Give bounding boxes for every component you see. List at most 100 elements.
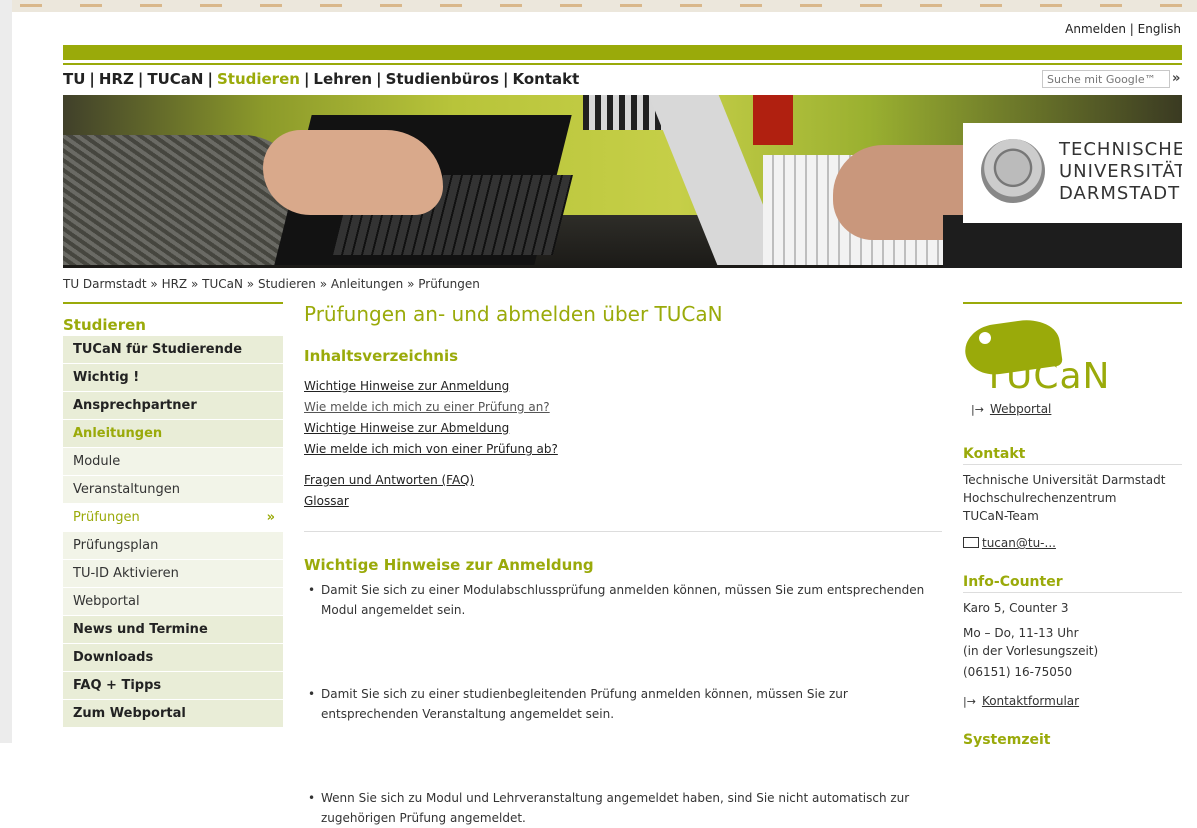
breadcrumb-item: Prüfungen (418, 277, 480, 291)
sidebar-item-label: News und Termine (73, 622, 208, 637)
topnav-item-lehren[interactable]: Lehren (313, 70, 372, 88)
webportal-link[interactable]: |→ Webportal (971, 402, 1051, 416)
tu-darmstadt-logo[interactable]: TECHNISCHE UNIVERSITÄT DARMSTADT (963, 123, 1182, 223)
arrow-icon: |→ (971, 403, 984, 416)
arrow-icon: |→ (963, 695, 976, 708)
sidebar-item-veranstaltungen[interactable]: Veranstaltungen (63, 476, 283, 503)
sidebar-item-label: Prüfungsplan (73, 538, 159, 553)
topnav-item-tucan[interactable]: TUCaN (147, 70, 203, 88)
topnav-item-studieren[interactable]: Studieren (217, 70, 300, 88)
toc-link[interactable]: Wie melde ich mich von einer Prüfung ab? (304, 439, 558, 460)
sidebar-item-label: Module (73, 454, 121, 469)
list-item: Damit Sie sich zu einer Modulabschlusspr… (304, 580, 941, 620)
language-link[interactable]: English (1138, 22, 1181, 36)
webportal-label[interactable]: Webportal (990, 402, 1051, 416)
main-content: Prüfungen an- und abmelden über TUCaN In… (304, 302, 944, 825)
sidebar-item-zum-webportal[interactable]: Zum Webportal (63, 700, 283, 727)
toc-link[interactable]: Wichtige Hinweise zur Abmeldung (304, 418, 558, 439)
header-green-bar (63, 45, 1182, 60)
active-marker-icon: » (266, 510, 275, 525)
breadcrumb-separator: » (187, 277, 203, 291)
list-item: Wenn Sie sich zu Modul und Lehrveranstal… (304, 788, 941, 828)
page-title: Prüfungen an- und abmelden über TUCaN (304, 302, 723, 326)
sidebar-item-label: Prüfungen (73, 510, 140, 525)
search-input[interactable] (1042, 70, 1170, 88)
nav-separator: | (303, 70, 310, 88)
breadcrumb-item[interactable]: HRZ (162, 277, 188, 291)
breadcrumb-separator: » (403, 277, 419, 291)
breadcrumb-separator: » (315, 277, 331, 291)
header-banner-image: TECHNISCHE UNIVERSITÄT DARMSTADT (63, 95, 1182, 268)
toc-heading: Inhaltsverzeichnis (304, 347, 459, 365)
sidebar-item-faq-tipps[interactable]: FAQ + Tipps (63, 672, 283, 699)
kontakt-address: Technische Universität Darmstadt Hochsch… (963, 471, 1165, 525)
sidebar-item-news-und-termine[interactable]: News und Termine (63, 616, 283, 643)
topnav-item-kontakt[interactable]: Kontakt (513, 70, 580, 88)
topnav-item-studienbüros[interactable]: Studienbüros (386, 70, 499, 88)
topnav-item-hrz[interactable]: HRZ (99, 70, 134, 88)
topnav-item-tu[interactable]: TU (63, 70, 85, 88)
login-link[interactable]: Anmelden (1065, 22, 1126, 36)
toc-link[interactable]: Glossar (304, 491, 474, 512)
header-green-line (63, 63, 1182, 65)
breadcrumb-item[interactable]: TUCaN (202, 277, 243, 291)
sidebar-item-webportal[interactable]: Webportal (63, 588, 283, 615)
header-links: Anmelden | English (1065, 22, 1181, 36)
search-go-button[interactable]: » (1172, 71, 1180, 86)
section-heading: Wichtige Hinweise zur Anmeldung (304, 556, 594, 574)
sidebar-item-label: Veranstaltungen (73, 482, 180, 497)
email-link[interactable]: tucan@tu-... (963, 536, 1056, 550)
sidebar-item-label: Anleitungen (73, 426, 163, 441)
kontaktformular-label[interactable]: Kontaktformular (982, 694, 1079, 708)
breadcrumb-item[interactable]: Anleitungen (331, 277, 403, 291)
address-line: Technische Universität Darmstadt (963, 473, 1166, 487)
sidebar-item-module[interactable]: Module (63, 448, 283, 475)
sidebar-item-tu-id-aktivieren[interactable]: TU-ID Aktivieren (63, 560, 283, 587)
sidebar-item-label: TU-ID Aktivieren (73, 566, 179, 581)
sidebar-item-prüfungen[interactable]: Prüfungen » (63, 504, 283, 531)
divider (304, 531, 942, 532)
breadcrumb-item[interactable]: Studieren (258, 277, 316, 291)
tu-seal-icon (981, 139, 1045, 203)
sidebar-item-wichtig[interactable]: Wichtig ! (63, 364, 283, 391)
toc-extra-links: Fragen und Antworten (FAQ) Glossar (304, 470, 474, 512)
sidebar-item-tucan-für-studierende[interactable]: TUCaN für Studierende (63, 336, 283, 363)
toc-link[interactable]: Wichtige Hinweise zur Anmeldung (304, 376, 558, 397)
tucan-eye-icon (979, 332, 991, 344)
top-navigation: TU | HRZ | TUCaN | Studieren | Lehren | Studienbür… (63, 70, 579, 88)
browser-top-strip (0, 0, 1197, 12)
bullet-list: Damit Sie sich zu einer Modulabschlusspr… (304, 580, 924, 825)
sidebar-item-label: TUCaN für Studierende (73, 342, 243, 357)
address-line: Hochschulrechenzentrum (963, 491, 1117, 505)
list-item: Damit Sie sich zu einer studienbegleiten… (304, 684, 941, 724)
address-line: TUCaN-Team (963, 509, 1039, 523)
breadcrumb-item[interactable]: TU Darmstadt (63, 277, 147, 291)
envelope-icon (963, 537, 979, 548)
sidebar-item-downloads[interactable]: Downloads (63, 644, 283, 671)
logo-line-3: DARMSTADT (1059, 183, 1181, 204)
nav-separator: | (137, 70, 144, 88)
tucan-logo[interactable]: TUCaN (961, 315, 1123, 400)
sidebar-item-label: Zum Webportal (73, 706, 186, 721)
info-counter-heading: Info-Counter (963, 574, 1182, 593)
sidebar-item-label: Downloads (73, 650, 154, 665)
sidebar-item-label: Wichtig ! (73, 370, 140, 385)
toc-link[interactable]: Wie melde ich mich zu einer Prüfung an? (304, 397, 558, 418)
hours-line: (in der Vorlesungszeit) (963, 644, 1099, 658)
sidebar-item-label: FAQ + Tipps (73, 678, 162, 693)
systemzeit-heading: Systemzeit (963, 732, 1051, 748)
toc-link[interactable]: Fragen und Antworten (FAQ) (304, 470, 474, 491)
email-address[interactable]: tucan@tu-... (982, 536, 1056, 550)
nav-separator: | (503, 70, 509, 88)
sidebar-heading[interactable]: Studieren (63, 302, 283, 336)
sidebar-item-prüfungsplan[interactable]: Prüfungsplan (63, 532, 283, 559)
logo-line-2: UNIVERSITÄT (1059, 161, 1182, 182)
logo-line-1: TECHNISCHE (1059, 139, 1182, 160)
header-separator: | (1129, 22, 1134, 36)
sidebar-item-ansprechpartner[interactable]: Ansprechpartner (63, 392, 283, 419)
sidebar-item-anleitungen[interactable]: Anleitungen (63, 420, 283, 447)
sidebar: Studieren TUCaN für Studierende Wichtig !… (63, 302, 283, 728)
nav-separator: | (89, 70, 95, 88)
kontaktformular-link[interactable]: |→ Kontaktformular (963, 694, 1079, 708)
sidebar-item-label: Webportal (73, 594, 140, 609)
